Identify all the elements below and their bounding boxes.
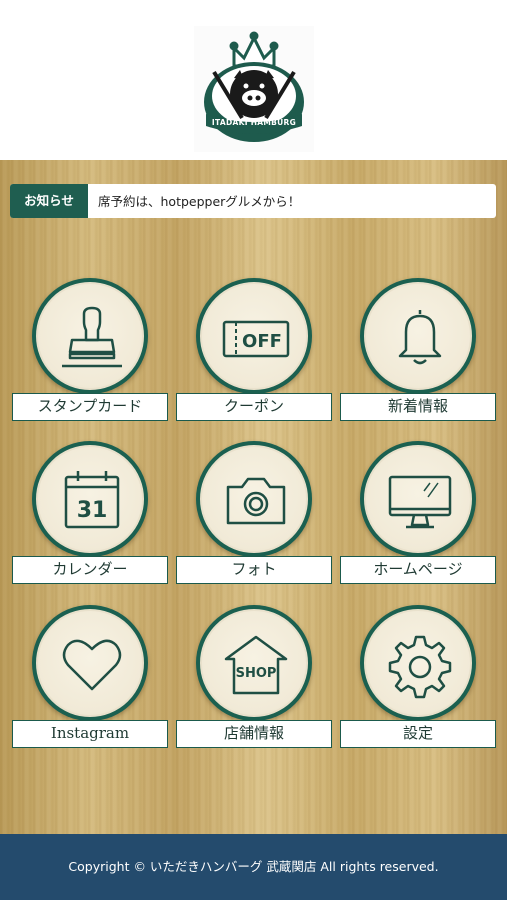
menu-homepage[interactable]: ホームページ <box>340 441 496 584</box>
menu-photo[interactable]: フォト <box>176 441 332 584</box>
notice-bar[interactable]: お知らせ 席予約は、hotpepperグルメから！ <box>10 184 496 218</box>
menu-circle <box>196 441 312 557</box>
menu-news[interactable]: 新着情報 <box>340 278 496 421</box>
gear-icon <box>388 635 452 699</box>
heart-icon <box>62 639 122 691</box>
shop-icon-text: SHOP <box>236 666 277 681</box>
menu-label: 新着情報 <box>340 393 496 421</box>
camera-icon <box>226 477 286 525</box>
menu-circle <box>360 278 476 394</box>
menu-circle <box>32 605 148 721</box>
footer: Copyright © いただきハンバーグ 武蔵関店 All rights re… <box>0 834 507 900</box>
brand-logo[interactable]: ITADAKI HAMBURG <box>194 26 314 152</box>
menu-label: クーポン <box>176 393 332 421</box>
menu-shop-info[interactable]: SHOP 店舗情報 <box>176 605 332 748</box>
menu-circle: OFF <box>196 278 312 394</box>
copyright-text: Copyright © いただきハンバーグ 武蔵関店 All rights re… <box>68 859 439 874</box>
menu-calendar[interactable]: 31 カレンダー <box>12 441 168 584</box>
menu-label: 設定 <box>340 720 496 748</box>
calendar-day-text: 31 <box>77 498 108 523</box>
menu-label: 店舗情報 <box>176 720 332 748</box>
menu-coupon[interactable]: OFF クーポン <box>176 278 332 421</box>
menu-instagram[interactable]: Instagram <box>12 605 168 748</box>
menu-stamp-card[interactable]: スタンプカード <box>12 278 168 421</box>
menu-label: スタンプカード <box>12 393 168 421</box>
bell-icon <box>398 310 442 365</box>
menu-label: フォト <box>176 556 332 584</box>
menu-settings[interactable]: 設定 <box>340 605 496 748</box>
menu-label: ホームページ <box>340 556 496 584</box>
coupon-off-text: OFF <box>242 331 282 352</box>
app-header: ITADAKI HAMBURG <box>0 0 507 160</box>
menu-circle <box>32 278 148 394</box>
logo-text: ITADAKI HAMBURG <box>211 118 297 127</box>
menu-circle: 31 <box>32 441 148 557</box>
monitor-icon <box>388 475 452 529</box>
menu-label: Instagram <box>12 720 168 748</box>
notice-label: お知らせ <box>10 184 88 218</box>
stamp-icon <box>62 306 122 368</box>
notice-message[interactable]: 席予約は、hotpepperグルメから！ <box>98 184 300 218</box>
coupon-off-icon: OFF <box>222 320 290 358</box>
shop-icon: SHOP <box>224 635 288 695</box>
menu-label: カレンダー <box>12 556 168 584</box>
calendar-icon: 31 <box>64 471 120 529</box>
menu-circle: SHOP <box>196 605 312 721</box>
pig-crown-logo-icon <box>204 31 304 142</box>
menu-circle <box>360 441 476 557</box>
menu-circle <box>360 605 476 721</box>
